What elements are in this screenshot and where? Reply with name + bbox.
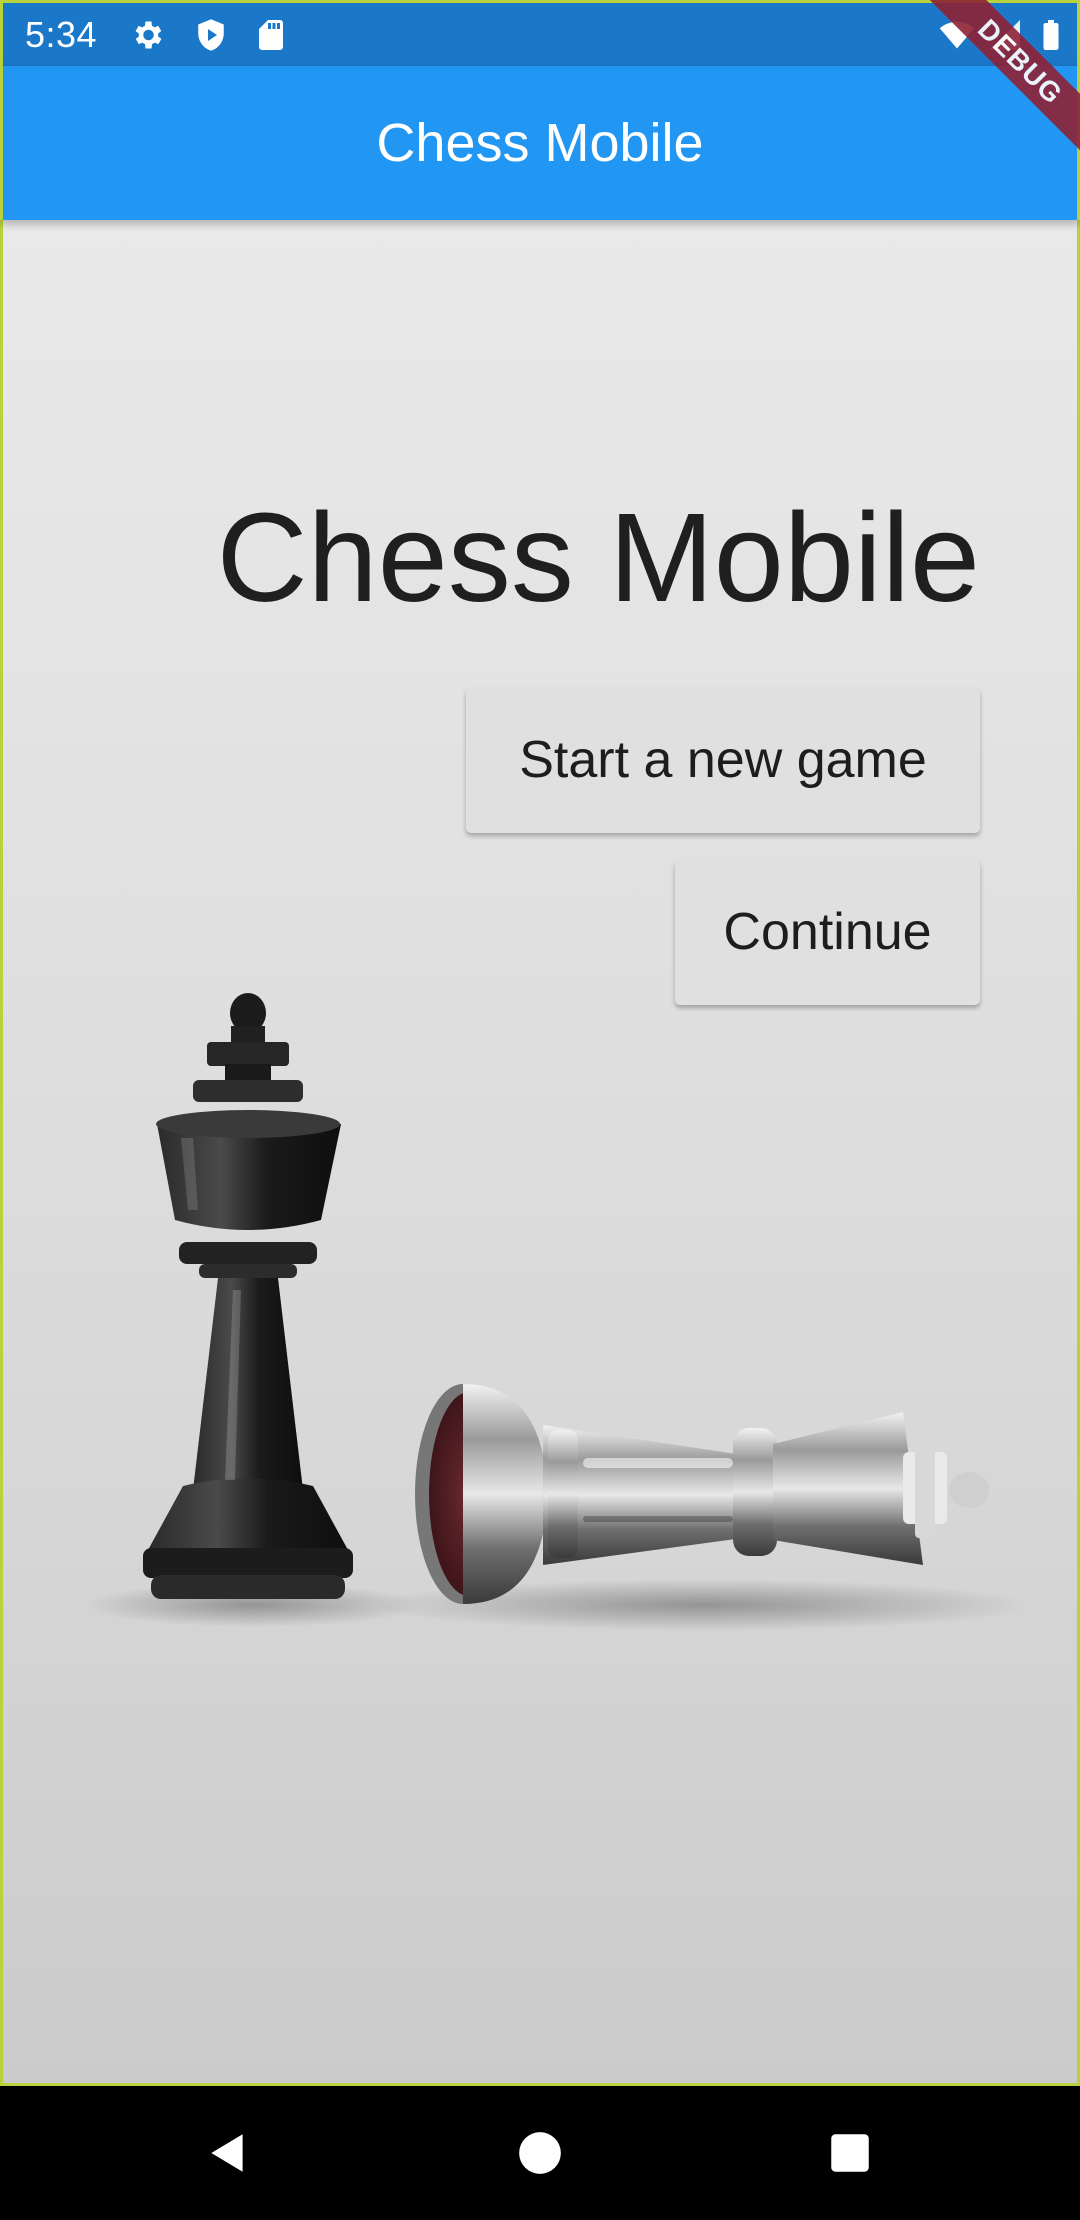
status-bar: 5:34 xyxy=(0,0,1080,66)
chrome-king-piece xyxy=(415,1384,989,1604)
system-navigation-bar xyxy=(0,2086,1080,2220)
wifi-icon xyxy=(939,21,975,49)
start-new-game-label: Start a new game xyxy=(519,731,927,789)
sd-card-icon xyxy=(259,20,283,50)
home-screen-body: Chess Mobile Start a new game Continue xyxy=(0,220,1080,2086)
continue-button[interactable]: Continue xyxy=(675,860,980,1005)
play-protect-icon xyxy=(198,19,224,51)
status-time: 5:34 xyxy=(25,14,98,55)
back-icon[interactable] xyxy=(203,2128,253,2178)
battery-icon xyxy=(1043,20,1059,50)
home-title: Chess Mobile xyxy=(216,487,980,628)
continue-label: Continue xyxy=(723,903,932,961)
start-new-game-button[interactable]: Start a new game xyxy=(466,688,980,833)
home-icon[interactable] xyxy=(515,2128,565,2178)
app-bar-title: Chess Mobile xyxy=(376,113,704,173)
settings-gear-icon xyxy=(135,21,162,49)
black-king-piece xyxy=(143,993,353,1599)
app-bar: Chess Mobile xyxy=(0,66,1080,220)
device-screen: 5:34 DEBUG Chess Mobile Chess Mobile Sta… xyxy=(0,0,1080,2220)
cell-signal-icon xyxy=(990,20,1020,50)
recents-icon[interactable] xyxy=(825,2128,875,2178)
